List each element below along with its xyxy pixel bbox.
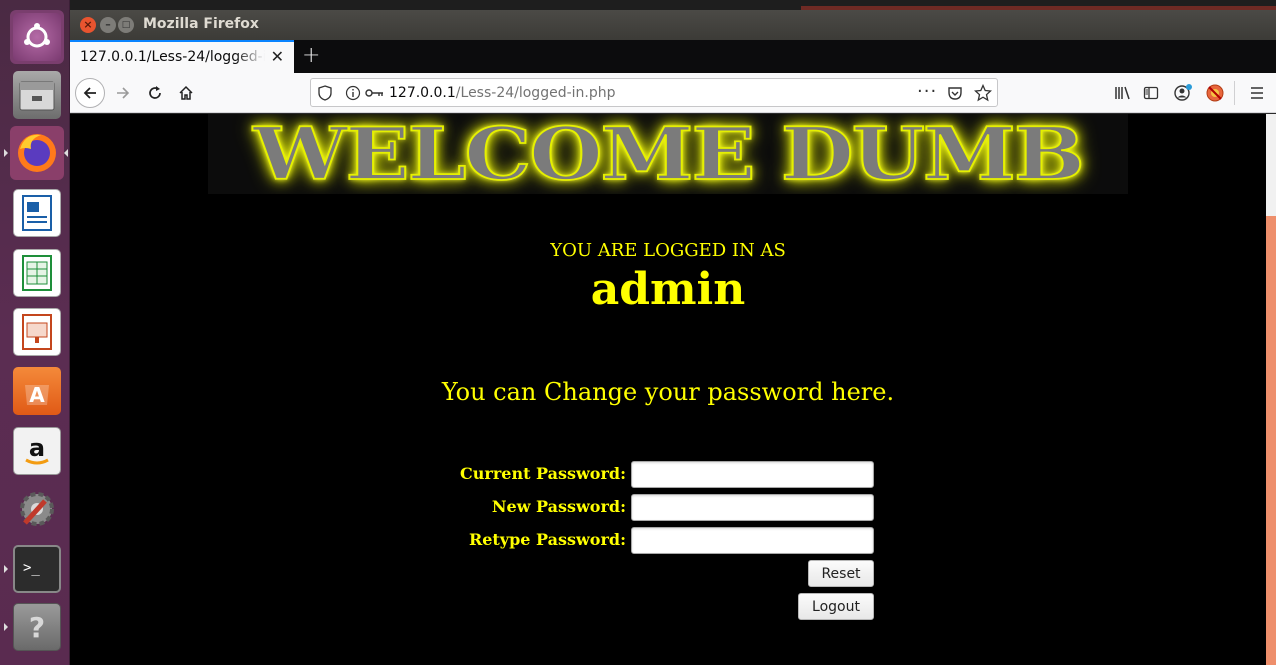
- logout-button[interactable]: Logout: [798, 593, 874, 620]
- files-icon: [13, 71, 61, 119]
- new-tab-button[interactable]: +: [302, 43, 320, 68]
- launcher-amazon-button[interactable]: a: [10, 424, 64, 478]
- launcher-calc-button[interactable]: [10, 246, 64, 300]
- launcher-firefox-button[interactable]: [10, 126, 64, 180]
- logged-in-as-text: YOU ARE LOGGED IN AS: [550, 240, 786, 261]
- retype-password-input[interactable]: [631, 527, 874, 554]
- libreoffice-impress-icon: [13, 308, 61, 356]
- page-scrollbar[interactable]: [1266, 114, 1276, 665]
- launcher-active-indicator: [4, 149, 8, 157]
- page-content: WELCOME DUMB YOU ARE LOGGED IN AS admin …: [70, 114, 1266, 665]
- reload-icon: [149, 86, 161, 99]
- top-panel: [70, 0, 1276, 10]
- back-button[interactable]: [75, 78, 105, 108]
- site-info-icon[interactable]: [345, 85, 361, 101]
- tab-strip: 127.0.0.1/Less-24/logged-in.php ✕ +: [70, 40, 1276, 73]
- change-password-prompt: You can Change your password here.: [441, 378, 895, 406]
- terminal-icon: >_: [13, 545, 61, 593]
- reset-button[interactable]: Reset: [808, 560, 874, 587]
- launcher-impress-button[interactable]: [10, 305, 64, 359]
- pocket-icon[interactable]: [947, 85, 963, 101]
- retype-password-label: Retype Password:: [468, 530, 626, 549]
- extension-button[interactable]: [1202, 78, 1228, 108]
- toolbar-separator: [1234, 81, 1235, 105]
- sidebar-button[interactable]: [1138, 78, 1164, 108]
- home-icon: [179, 85, 193, 100]
- library-button[interactable]: [1110, 78, 1136, 108]
- account-icon: [1174, 84, 1192, 101]
- window-title: Mozilla Firefox: [143, 16, 259, 32]
- svg-text:A: A: [29, 383, 45, 407]
- url-path: /Less-24/logged-in.php: [455, 85, 616, 101]
- tab-title-fade: [235, 50, 265, 70]
- username-heading: admin: [590, 264, 746, 315]
- launcher-terminal-indicator: [4, 565, 8, 573]
- help-icon: ?: [13, 603, 61, 651]
- noscript-extension-icon: [1206, 84, 1224, 102]
- library-icon: [1115, 86, 1130, 100]
- current-password-label: Current Password:: [460, 464, 626, 483]
- close-window-button[interactable]: ×: [80, 17, 96, 33]
- address-bar[interactable]: 127.0.0.1/Less-24/logged-in.php ···: [310, 78, 998, 107]
- libreoffice-writer-icon: [13, 189, 61, 237]
- launcher-software-button[interactable]: A: [10, 364, 64, 418]
- window-titlebar: × – □ Mozilla Firefox: [70, 10, 1276, 40]
- launcher-help-button[interactable]: ?: [10, 600, 64, 654]
- open-menu-button[interactable]: [1244, 78, 1270, 108]
- amazon-icon: a: [13, 427, 61, 475]
- firefox-icon: [13, 129, 61, 177]
- launcher-help-indicator: [4, 623, 8, 631]
- minimize-window-button[interactable]: –: [100, 17, 116, 33]
- ubuntu-software-icon: A: [13, 367, 61, 415]
- svg-text:?: ?: [29, 611, 45, 644]
- launcher-dash-button[interactable]: [10, 10, 64, 64]
- back-arrow-icon: [83, 87, 96, 99]
- scrollbar-thumb[interactable]: [1266, 114, 1276, 216]
- ubuntu-launcher: A a >_ ?: [0, 0, 70, 665]
- libreoffice-calc-icon: [13, 249, 61, 297]
- launcher-files-button[interactable]: [10, 68, 64, 122]
- tab-close-icon[interactable]: ✕: [271, 47, 284, 66]
- svg-text:>_: >_: [23, 560, 40, 576]
- tracking-protection-shield-icon[interactable]: [318, 85, 332, 101]
- sidebar-icon: [1143, 86, 1159, 100]
- home-button[interactable]: [171, 78, 201, 108]
- welcome-banner-text: WELCOME DUMB: [252, 114, 1086, 194]
- new-password-input[interactable]: [631, 494, 874, 521]
- new-password-label: New Password:: [491, 497, 626, 516]
- tab-active[interactable]: 127.0.0.1/Less-24/logged-in.php ✕: [70, 40, 294, 73]
- key-icon[interactable]: [365, 87, 385, 99]
- bookmark-star-icon[interactable]: [974, 84, 992, 102]
- reload-button[interactable]: [140, 78, 170, 108]
- url-text[interactable]: 127.0.0.1/Less-24/logged-in.php: [389, 85, 616, 101]
- desktop: A a >_ ? × – □ Mozilla Firefox 127.0.0.1…: [0, 0, 1276, 665]
- maximize-window-button[interactable]: □: [118, 17, 134, 33]
- system-settings-icon: [13, 485, 61, 533]
- launcher-terminal-button[interactable]: >_: [10, 542, 64, 596]
- svg-text:a: a: [29, 434, 45, 462]
- ubuntu-logo-icon: [13, 13, 61, 61]
- forward-arrow-icon: [117, 87, 130, 99]
- launcher-focus-indicator: [64, 149, 68, 157]
- launcher-settings-button[interactable]: [10, 482, 64, 536]
- page-actions-menu-icon[interactable]: ···: [917, 81, 937, 102]
- navigation-toolbar: 127.0.0.1/Less-24/logged-in.php ···: [70, 73, 1276, 113]
- account-button[interactable]: [1170, 78, 1196, 108]
- current-password-input[interactable]: [631, 461, 874, 488]
- welcome-banner: WELCOME DUMB: [208, 114, 1128, 194]
- forward-button[interactable]: [108, 78, 138, 108]
- launcher-writer-button[interactable]: [10, 186, 64, 240]
- hamburger-menu-icon: [1251, 87, 1263, 99]
- url-host: 127.0.0.1: [389, 85, 456, 101]
